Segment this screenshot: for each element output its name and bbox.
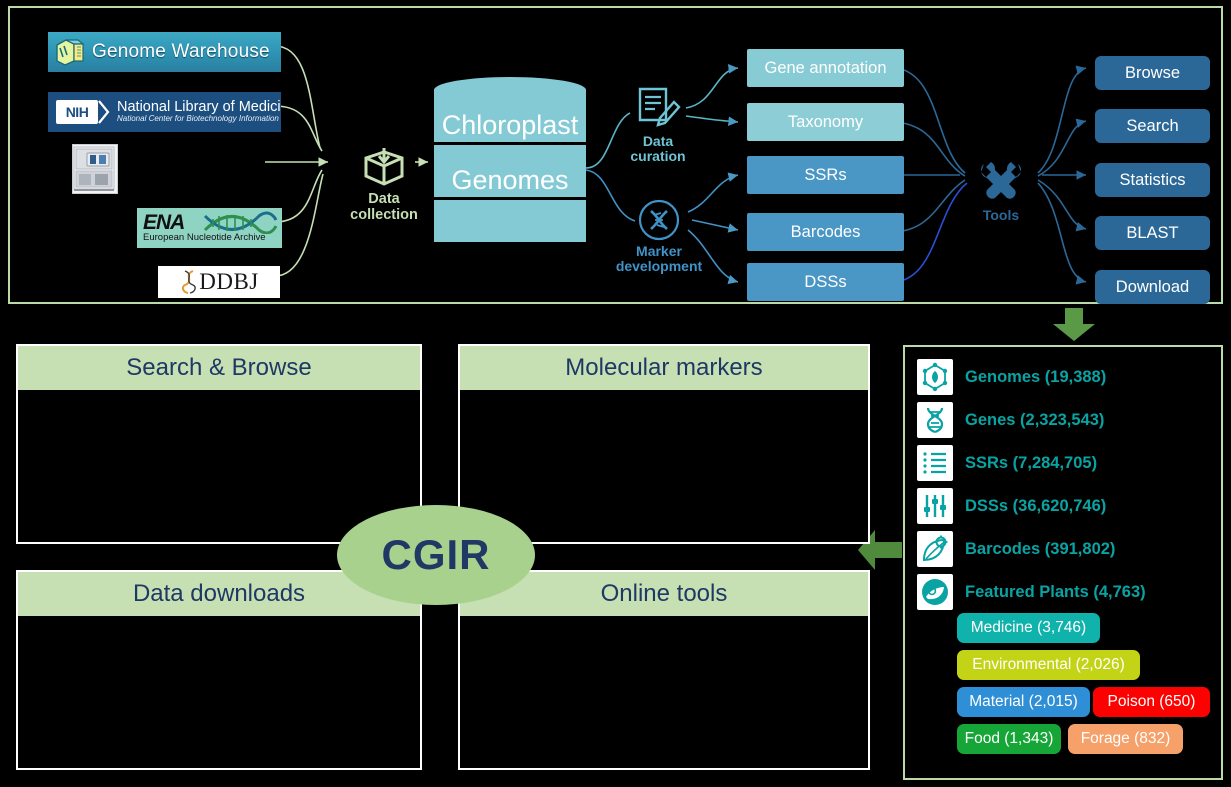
statistics-panel: Genomes (19,388) Genes (2,323,543) SSRs …: [903, 345, 1223, 780]
middle-box-label: DSSs: [804, 272, 847, 291]
quadrant-title: Molecular markers: [460, 346, 868, 390]
right-box-label: Browse: [1124, 63, 1181, 82]
stat-row-dsss[interactable]: DSSs (36,620,746): [917, 488, 1106, 524]
sliders-icon: [917, 488, 953, 524]
node-marker-development: Marker development: [598, 198, 720, 274]
database-label-1: Chloroplast: [441, 110, 579, 140]
middle-box-taxonomy[interactable]: Taxonomy: [747, 103, 904, 141]
data-collection-label-1: Data: [368, 191, 400, 207]
right-box-label: BLAST: [1126, 223, 1179, 242]
stat-row-genes[interactable]: Genes (2,323,543): [917, 402, 1104, 438]
chip-label: Medicine (3,746): [970, 619, 1087, 636]
stat-row-featured-plants[interactable]: Featured Plants (4,763): [917, 574, 1146, 610]
chevron-right-icon: [98, 100, 110, 124]
nih-title: National Library of Medicine: [117, 99, 281, 116]
source-logo-ena[interactable]: ENA European Nucleotide Archive: [137, 208, 282, 248]
middle-box-label: Gene annotation: [764, 58, 887, 77]
arrow-down-icon: [1052, 308, 1096, 342]
middle-box-label: Barcodes: [790, 222, 861, 241]
source-logo-genome-warehouse[interactable]: Genome Warehouse: [48, 32, 281, 72]
middle-box-dsss[interactable]: DSSs: [747, 263, 904, 301]
nih-subtitle: National Center for Biotechnology Inform…: [117, 114, 279, 124]
chip-label: Poison (650): [1107, 693, 1196, 710]
right-box-browse[interactable]: Browse: [1095, 56, 1210, 90]
chip-food[interactable]: Food (1,343): [957, 724, 1061, 754]
stat-row-genomes[interactable]: Genomes (19,388): [917, 359, 1106, 395]
database-cylinder: Chloroplast Genomes: [434, 77, 586, 245]
chip-forage[interactable]: Forage (832): [1068, 724, 1183, 754]
chip-environmental[interactable]: Environmental (2,026): [957, 650, 1140, 680]
stat-label: Barcodes (391,802): [965, 539, 1116, 558]
wrench-screwdriver-icon: [980, 162, 1022, 199]
right-box-label: Statistics: [1119, 170, 1186, 189]
tools-label: Tools: [982, 207, 1020, 223]
quadrant-data-downloads[interactable]: Data downloads: [16, 570, 422, 770]
right-box-blast[interactable]: BLAST: [1095, 216, 1210, 250]
database-label-2: Genomes: [451, 165, 569, 195]
chip-poison[interactable]: Poison (650): [1093, 687, 1210, 717]
data-collection-label-2: collection: [350, 206, 418, 223]
chip-medicine[interactable]: Medicine (3,746): [957, 613, 1100, 643]
ddbj-title: DDBJ: [199, 269, 259, 294]
ena-title: ENA: [143, 210, 185, 234]
plant-badge-icon: [917, 574, 953, 610]
cube-logo-icon: [54, 37, 86, 67]
curation-label-2: curation: [630, 148, 686, 165]
sequencer-machine-icon: [72, 144, 118, 194]
chip-label: Food (1,343): [964, 730, 1054, 747]
nih-badge: NIH: [56, 100, 98, 124]
quadrant-title: Search & Browse: [18, 346, 420, 390]
dna-circle-icon: [638, 199, 680, 241]
dna-helix-orange-icon: [182, 270, 197, 294]
stat-label: Featured Plants (4,763): [965, 582, 1146, 601]
dna-helix-icon: [917, 402, 953, 438]
dna-helix-icon: [203, 211, 278, 234]
stat-label: SSRs (7,284,705): [965, 453, 1098, 472]
ena-subtitle: European Nucleotide Archive: [143, 231, 266, 243]
chip-label: Environmental (2,026): [972, 656, 1125, 673]
marker-label-1: Marker: [636, 243, 682, 259]
source-label-genome-warehouse: Genome Warehouse: [92, 41, 270, 62]
middle-box-label: Taxonomy: [787, 112, 864, 131]
chip-material[interactable]: Material (2,015): [957, 687, 1090, 717]
node-data-collection: Data collection: [340, 146, 428, 223]
right-box-statistics[interactable]: Statistics: [1095, 163, 1210, 197]
chip-label: Forage (832): [1080, 730, 1171, 747]
middle-box-ssrs[interactable]: SSRs: [747, 156, 904, 194]
node-data-curation: Data curation: [610, 86, 706, 164]
list-lines-icon: [917, 445, 953, 481]
node-tools: Tools: [958, 158, 1044, 223]
document-pencil-icon: [638, 87, 681, 127]
stat-label: DSSs (36,620,746): [965, 496, 1107, 515]
quadrant-online-tools[interactable]: Online tools: [458, 570, 870, 770]
workflow-panel: Genome Warehouse NIH National Library of…: [8, 6, 1223, 304]
stat-row-ssrs[interactable]: SSRs (7,284,705): [917, 445, 1097, 481]
curation-label-1: Data: [642, 133, 674, 149]
stat-label: Genes (2,323,543): [965, 410, 1105, 429]
middle-box-barcodes[interactable]: Barcodes: [747, 213, 904, 251]
cgir-label: CGIR: [381, 531, 491, 578]
stat-label: Genomes (19,388): [965, 367, 1107, 386]
middle-box-gene-annotation[interactable]: Gene annotation: [747, 49, 904, 87]
right-box-search[interactable]: Search: [1095, 109, 1210, 143]
right-box-download[interactable]: Download: [1095, 270, 1210, 304]
source-logo-nih-nlm[interactable]: NIH National Library of Medicine Nationa…: [48, 92, 281, 132]
marker-label-2: development: [615, 258, 703, 275]
chip-label: Material (2,015): [969, 693, 1078, 710]
stat-row-barcodes[interactable]: Barcodes (391,802): [917, 531, 1115, 567]
right-box-label: Download: [1115, 277, 1190, 296]
middle-box-label: SSRs: [804, 165, 847, 184]
genome-hexagon-icon: [917, 359, 953, 395]
leaf-gear-icon: [917, 531, 953, 567]
quadrant-search-browse[interactable]: Search & Browse: [16, 344, 422, 544]
right-box-label: Search: [1126, 116, 1179, 135]
source-logo-ddbj[interactable]: DDBJ: [158, 266, 280, 298]
cgir-logo: CGIR: [337, 505, 535, 605]
quadrant-molecular-markers[interactable]: Molecular markers: [458, 344, 870, 544]
box-download-icon: [364, 148, 404, 186]
